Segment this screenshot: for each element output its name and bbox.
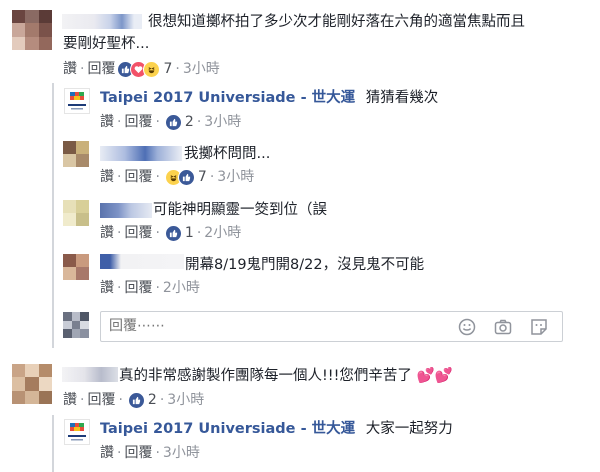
like-icon [127, 391, 145, 409]
reply-actions: 讚 · 回覆 · 3小時 [100, 444, 200, 462]
thread-line [52, 83, 54, 348]
replier-name-blurred[interactable] [100, 146, 182, 161]
reply-link[interactable]: 回覆 [124, 444, 152, 462]
reply-actions: 讚 · 回覆 · 1 · 2小時 [100, 224, 242, 242]
timestamp[interactable]: 2小時 [204, 224, 241, 242]
commenter-name-blurred[interactable] [62, 14, 142, 29]
commenter-name-blurred[interactable] [62, 367, 118, 382]
comment-text: 真的非常感謝製作團隊每一個人!!!您們辛苦了 💕💕 [119, 366, 453, 386]
reply-body: 我擲杯問問... [184, 146, 271, 162]
like-link[interactable]: 讚 [100, 279, 114, 297]
reply-text: Taipei 2017 Universiade - 世大運 大家一起努力 [100, 419, 453, 439]
camera-icon[interactable] [494, 318, 512, 336]
like-link[interactable]: 讚 [100, 224, 114, 242]
page-author-link[interactable]: Taipei 2017 Universiade - 世大運 [100, 90, 355, 106]
like-link[interactable]: 讚 [100, 168, 114, 186]
reaction-icons[interactable] [164, 224, 182, 242]
reply-link[interactable]: 回覆 [87, 60, 115, 78]
replier-name-blurred[interactable] [100, 203, 152, 218]
page-author-link[interactable]: Taipei 2017 Universiade - 世大運 [100, 421, 355, 437]
commenter-avatar[interactable] [12, 364, 52, 404]
comment-text-line: 很想知道擲杯拍了多少次才能剛好落在六角的適當焦點而且 [148, 14, 525, 30]
reply-link[interactable]: 回覆 [124, 168, 152, 186]
reply-link[interactable]: 回覆 [124, 279, 152, 297]
reaction-count[interactable]: 7 [163, 60, 172, 78]
replier-avatar[interactable] [63, 141, 89, 167]
comment-text-line: 要剛好聖杯... [63, 36, 150, 52]
reaction-count[interactable]: 1 [185, 224, 194, 242]
reply-link[interactable]: 回覆 [124, 224, 152, 242]
timestamp[interactable]: 3小時 [204, 113, 241, 131]
sticker-icon[interactable] [530, 318, 548, 336]
reply-body: 可能神明顯靈一筊到位（誤 [153, 202, 327, 218]
reply-actions: 讚 · 回覆 · 2 · 3小時 [100, 113, 242, 131]
like-icon [177, 168, 195, 186]
reply-link[interactable]: 回覆 [87, 391, 115, 409]
timestamp[interactable]: 3小時 [167, 391, 204, 409]
replier-name-blurred[interactable] [100, 254, 184, 269]
timestamp[interactable]: 3小時 [217, 168, 254, 186]
reply-actions: 讚 · 回覆 · 2小時 [100, 279, 200, 297]
commenter-avatar[interactable] [12, 10, 52, 50]
replier-avatar[interactable] [63, 254, 89, 280]
replier-avatar[interactable] [63, 200, 89, 226]
reaction-icons[interactable] [117, 60, 161, 78]
comment-actions: 讚 · 回覆 7 · 3小時 [63, 60, 220, 78]
universiade-logo-avatar[interactable] [64, 419, 90, 445]
reaction-icons[interactable] [127, 391, 145, 409]
reply-actions: 讚 · 回覆 · 7 · 3小時 [100, 168, 255, 186]
reaction-count[interactable]: 7 [198, 168, 207, 186]
reaction-count[interactable]: 2 [185, 113, 194, 131]
reply-body: 猜猜看幾次 [365, 90, 439, 106]
universiade-logo-avatar[interactable] [64, 88, 90, 114]
reaction-icons[interactable] [164, 113, 182, 131]
like-link[interactable]: 讚 [100, 113, 114, 131]
current-user-avatar [63, 312, 89, 338]
reply-body: 大家一起努力 [365, 421, 453, 437]
timestamp[interactable]: 3小時 [183, 60, 220, 78]
reply-body: 開幕8/19鬼門開8/22，沒見鬼不可能 [185, 257, 425, 273]
reaction-count[interactable]: 2 [148, 391, 157, 409]
reply-text: Taipei 2017 Universiade - 世大運 猜猜看幾次 [100, 88, 438, 108]
like-icon [164, 224, 182, 242]
like-link[interactable]: 讚 [100, 444, 114, 462]
reply-link[interactable]: 回覆 [124, 113, 152, 131]
timestamp[interactable]: 3小時 [163, 444, 200, 462]
two-hearts-emoji: 💕💕 [416, 368, 453, 384]
reply-composer[interactable] [100, 311, 563, 342]
like-link[interactable]: 讚 [63, 391, 77, 409]
reaction-icons[interactable] [164, 168, 195, 186]
timestamp[interactable]: 2小時 [163, 279, 200, 297]
comment-actions: 讚 · 回覆 · 2 · 3小時 [63, 391, 205, 409]
thread-line [52, 415, 54, 472]
reply-input[interactable] [109, 316, 439, 336]
haha-icon [143, 60, 161, 78]
like-link[interactable]: 讚 [63, 60, 77, 78]
comment-body: 真的非常感謝製作團隊每一個人!!!您們辛苦了 [119, 368, 412, 384]
emoji-icon[interactable] [458, 318, 476, 336]
like-icon [164, 113, 182, 131]
